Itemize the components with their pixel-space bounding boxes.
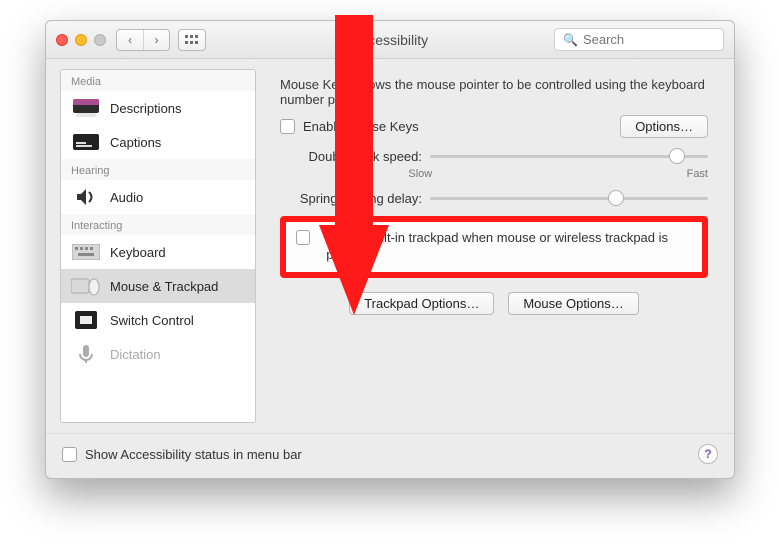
show-status-menubar-checkbox[interactable] (62, 447, 77, 462)
window-controls (56, 34, 106, 46)
settings-pane: Mouse Keys allows the mouse pointer to b… (268, 69, 720, 423)
nav-back-forward: ‹ › (116, 29, 170, 51)
ignore-trackpad-label: Ignore built-in trackpad when mouse or w… (326, 230, 692, 264)
trackpad-options-button[interactable]: Trackpad Options… (349, 292, 494, 315)
search-field[interactable]: 🔍 (554, 28, 724, 51)
category-sidebar: Media Descriptions Captions Hearing (60, 69, 256, 423)
descriptions-icon (71, 96, 101, 120)
double-click-speed-label: Double-click speed: (280, 149, 430, 164)
audio-icon (71, 185, 101, 209)
sidebar-item-label: Dictation (110, 347, 161, 362)
mouse-trackpad-icon (71, 274, 101, 298)
show-status-menubar-label: Show Accessibility status in menu bar (85, 447, 302, 462)
enable-mouse-keys-label: Enable Mouse Keys (303, 119, 419, 134)
sidebar-item-mouse-trackpad[interactable]: Mouse & Trackpad (61, 269, 255, 303)
sidebar-item-captions[interactable]: Captions (61, 125, 255, 159)
sidebar-item-dictation[interactable]: Dictation (61, 337, 255, 371)
minimize-icon[interactable] (75, 34, 87, 46)
show-all-button[interactable] (178, 29, 206, 51)
search-icon: 🔍 (563, 33, 578, 47)
highlight-callout: Ignore built-in trackpad when mouse or w… (280, 216, 708, 278)
mouse-keys-options-button[interactable]: Options… (620, 115, 708, 138)
fast-label: Fast (687, 168, 708, 180)
spring-loading-delay-slider[interactable] (430, 190, 708, 206)
sidebar-item-label: Captions (110, 135, 161, 150)
forward-button[interactable]: › (143, 30, 169, 50)
section-media: Media (61, 70, 255, 91)
sidebar-item-label: Switch Control (110, 313, 194, 328)
keyboard-icon (71, 240, 101, 264)
sidebar-scroll[interactable]: Media Descriptions Captions Hearing (61, 70, 255, 422)
titlebar: ‹ › Accessibility 🔍 (46, 21, 734, 59)
close-icon[interactable] (56, 34, 68, 46)
grid-icon (179, 30, 205, 50)
sidebar-item-label: Audio (110, 190, 143, 205)
section-hearing: Hearing (61, 159, 255, 180)
switch-control-icon (71, 308, 101, 332)
dictation-icon (71, 342, 101, 366)
help-button[interactable]: ? (698, 444, 718, 464)
mouse-keys-intro: Mouse Keys allows the mouse pointer to b… (280, 77, 708, 107)
section-interacting: Interacting (61, 214, 255, 235)
enable-mouse-keys-checkbox[interactable] (280, 119, 295, 134)
sidebar-item-label: Mouse & Trackpad (110, 279, 218, 294)
sidebar-item-descriptions[interactable]: Descriptions (61, 91, 255, 125)
footer: Show Accessibility status in menu bar ? (46, 433, 734, 478)
zoom-icon (94, 34, 106, 46)
sidebar-item-keyboard[interactable]: Keyboard (61, 235, 255, 269)
slow-label: Slow (408, 168, 432, 180)
search-input[interactable] (583, 32, 715, 47)
accessibility-prefs-window: ‹ › Accessibility 🔍 Media Descriptions (45, 20, 735, 479)
double-click-speed-slider[interactable] (430, 148, 708, 164)
captions-icon (71, 130, 101, 154)
ignore-trackpad-checkbox[interactable] (296, 230, 310, 245)
sidebar-item-audio[interactable]: Audio (61, 180, 255, 214)
back-button[interactable]: ‹ (117, 30, 143, 50)
sidebar-item-label: Keyboard (110, 245, 166, 260)
mouse-options-button[interactable]: Mouse Options… (508, 292, 638, 315)
spring-loading-delay-label: Spring-loading delay: (280, 191, 430, 206)
sidebar-item-switch-control[interactable]: Switch Control (61, 303, 255, 337)
sidebar-item-label: Descriptions (110, 101, 182, 116)
